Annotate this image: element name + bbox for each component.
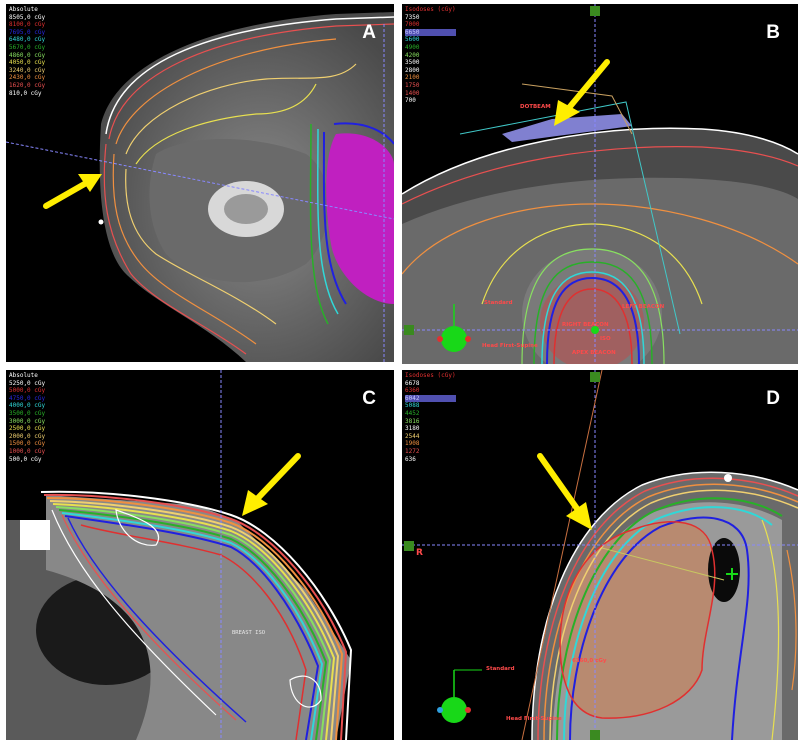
legend-entry: 3240,0 cGy (9, 66, 46, 74)
panel-b-legend: Isodoses (cGy) 7350 7000 6650 5600 4900 … (405, 6, 456, 105)
legend-entry: 1400 (405, 89, 420, 97)
panel-a: Absolute 8505,0 cGy 8100,0 cGy 7695,0 cG… (6, 4, 394, 362)
legend-entry: 5670,0 cGy (9, 43, 46, 51)
legend-entry: 5600 (405, 36, 420, 44)
panel-b-ct-image (402, 4, 798, 364)
orientation-r-label: R (416, 548, 423, 558)
orientation-label: Head First-Supine (506, 716, 562, 722)
legend-title: Isodoses (cGy) (405, 372, 456, 379)
standard-label: Standard (484, 300, 513, 306)
panel-a-ct-image (6, 12, 394, 362)
legend-entry: 1500,0 cGy (9, 440, 46, 448)
legend-entry: 6480,0 cGy (9, 36, 46, 44)
panel-c-ct-image (6, 370, 353, 740)
beam-label: DOTBEAM (520, 104, 551, 110)
legend-entry: 810,0 cGy (9, 89, 42, 97)
standard-label: Standard (486, 666, 515, 672)
panel-label: C (362, 388, 376, 409)
legend-entry: 6360 (405, 387, 420, 395)
legend-entry: 4452 (405, 409, 420, 417)
panel-a-legend: Absolute 8505,0 cGy 8100,0 cGy 7695,0 cG… (9, 6, 45, 97)
legend-entry: 1750 (405, 81, 420, 89)
legend-entry: 3500 (405, 59, 420, 67)
legend-entry: 6678 (405, 379, 420, 387)
legend-entry: 700 (405, 97, 416, 105)
legend-entry: 4860,0 cGy (9, 51, 46, 59)
arrow-icon (43, 174, 102, 209)
legend-entry: 7695,0 cGy (9, 28, 46, 36)
legend-entry: 1000,0 cGy (9, 447, 46, 455)
legend-entry: 6042 (405, 394, 456, 403)
legend-entry: 2100 (405, 74, 420, 82)
panel-d-ct-image (402, 370, 798, 740)
panel-c: Absolute 5250,0 cGy 5000,0 cGy 4750,0 cG… (6, 370, 394, 740)
iso-label: BREAST ISO (232, 630, 266, 636)
legend-entry: 5000,0 cGy (9, 387, 46, 395)
legend-entry: 2000,0 cGy (9, 432, 46, 440)
legend-entry: 7350 (405, 13, 420, 21)
panel-b: Isodoses (cGy) 7350 7000 6650 5600 4900 … (402, 4, 798, 364)
legend-entry: 1908 (405, 440, 420, 448)
legend-entry: 3500,0 cGy (9, 409, 46, 417)
legend-entry: 636 (405, 455, 416, 463)
legend-title: Absolute (9, 6, 38, 13)
legend-entry: 7000 (405, 21, 420, 29)
legend-entry: 4050,0 cGy (9, 59, 46, 67)
legend-entry: 3000,0 cGy (9, 417, 46, 425)
left-beacon-label: LEFT BEACON (622, 304, 665, 310)
orientation-label: Head First-Supine (482, 343, 538, 349)
arrow-icon (242, 453, 301, 516)
panel-label: A (362, 22, 376, 43)
legend-entry: 4000,0 cGy (9, 402, 46, 410)
right-beacon-label: RIGHT BEACON (562, 322, 609, 328)
legend-entry: 500,0 cGy (9, 455, 42, 463)
legend-entry: 4200 (405, 51, 420, 59)
legend-entry: 6650 (405, 28, 456, 37)
legend-entry: 8505,0 cGy (9, 13, 46, 21)
iso-label: ISO (600, 336, 611, 342)
legend-entry: 1272 (405, 447, 420, 455)
legend-entry: 4750,0 cGy (9, 394, 46, 402)
panel-label: B (766, 22, 780, 43)
legend-entry: 8100,0 cGy (9, 21, 46, 29)
arrow-icon (537, 453, 592, 530)
legend-entry: 4900 (405, 43, 420, 51)
dose-label: 6360,0 cGy (572, 658, 607, 664)
legend-title: Isodoses (cGy) (405, 6, 456, 13)
panel-label: D (766, 388, 780, 409)
apex-beacon-label: APEX BEACON (572, 350, 616, 356)
legend-title: Absolute (9, 372, 38, 379)
legend-entry: 5088 (405, 402, 420, 410)
legend-entry: 3180 (405, 425, 420, 433)
legend-entry: 1620,0 cGy (9, 81, 46, 89)
legend-entry: 2544 (405, 432, 420, 440)
panel-d-legend: Isodoses (cGy) 6678 6360 6042 5088 4452 … (405, 372, 456, 463)
legend-entry: 3816 (405, 417, 420, 425)
panel-c-legend: Absolute 5250,0 cGy 5000,0 cGy 4750,0 cG… (9, 372, 45, 463)
legend-entry: 2800 (405, 66, 420, 74)
legend-entry: 2430,0 cGy (9, 74, 46, 82)
panel-d: Isodoses (cGy) 6678 6360 6042 5088 4452 … (402, 370, 798, 740)
legend-entry: 2500,0 cGy (9, 425, 46, 433)
legend-entry: 5250,0 cGy (9, 379, 46, 387)
